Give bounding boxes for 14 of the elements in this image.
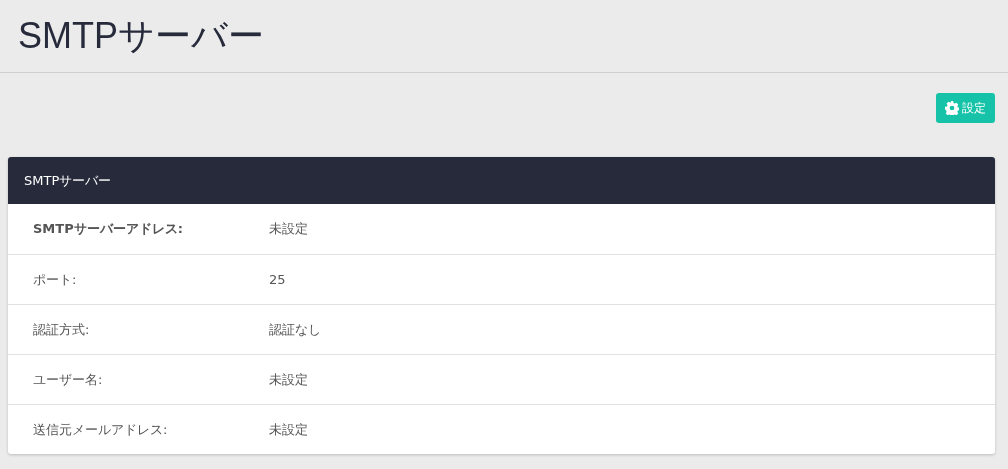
field-label: ポート:: [33, 270, 78, 289]
field-label: 認証方式:: [33, 320, 91, 339]
page-title: SMTPサーバー: [18, 13, 264, 58]
field-value: 25: [269, 272, 286, 287]
field-label: 送信元メールアドレス:: [33, 420, 169, 439]
panel-title: SMTPサーバー: [24, 171, 112, 190]
field-value: 未設定: [269, 420, 308, 439]
field-label: SMTPサーバーアドレス:: [33, 220, 184, 238]
field-value: 未設定: [269, 370, 308, 389]
field-value: 認証なし: [269, 320, 321, 339]
field-label: ユーザー名:: [33, 370, 104, 389]
settings-icon: [945, 101, 959, 115]
field-value: 未設定: [269, 220, 308, 238]
settings-button[interactable]: 設定: [936, 93, 995, 123]
